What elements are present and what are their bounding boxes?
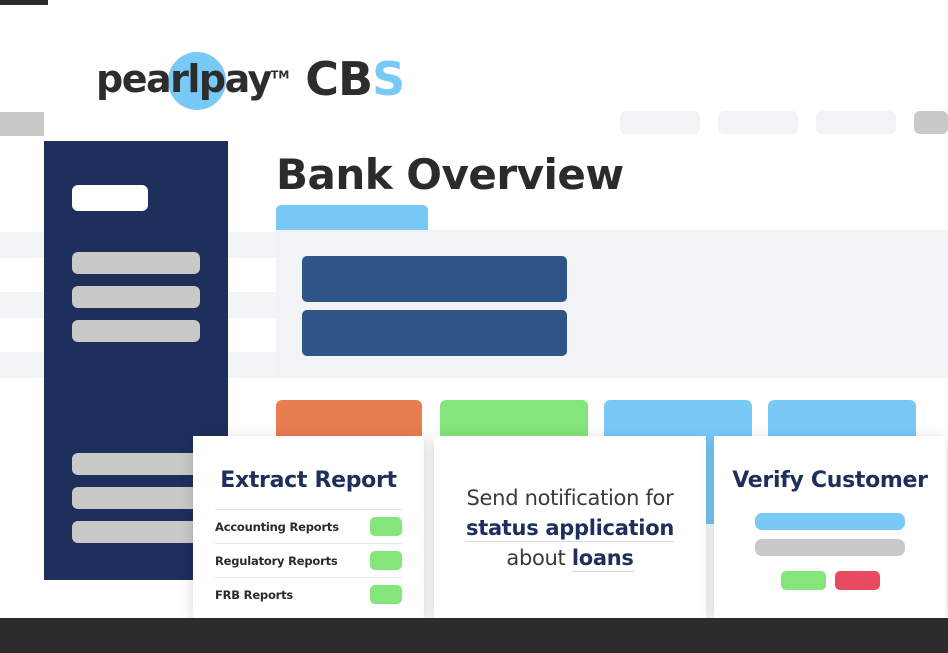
report-row: Accounting Reports bbox=[215, 509, 402, 543]
send-notification-card: Send notification for status application… bbox=[434, 436, 706, 618]
notification-highlight-loans[interactable]: loans bbox=[571, 545, 634, 572]
report-row-label: Regulatory Reports bbox=[215, 553, 338, 568]
nav-pill-4[interactable] bbox=[914, 111, 948, 134]
extract-report-title: Extract Report bbox=[220, 468, 397, 493]
top-left-accent-strip bbox=[0, 0, 48, 5]
tab-active[interactable] bbox=[276, 205, 428, 230]
verify-approve-button[interactable] bbox=[780, 571, 826, 590]
brand-logo[interactable]: pearlpayTM CBS bbox=[96, 48, 405, 110]
sidebar-item-4[interactable] bbox=[72, 453, 200, 475]
sidebar-item-6[interactable] bbox=[72, 521, 200, 543]
report-row: FRB Reports bbox=[215, 577, 402, 611]
sidebar-item-1[interactable] bbox=[72, 252, 200, 274]
verify-field-primary[interactable] bbox=[755, 513, 905, 530]
sidebar-item-5[interactable] bbox=[72, 487, 200, 509]
notification-line-2-prefix: about bbox=[506, 545, 572, 570]
report-row-label: Accounting Reports bbox=[215, 519, 339, 534]
sidebar-logo-placeholder[interactable] bbox=[72, 185, 148, 211]
verify-reject-button[interactable] bbox=[834, 571, 880, 590]
notification-message: Send notification for status application… bbox=[434, 484, 706, 573]
panel-row-2[interactable] bbox=[302, 310, 567, 356]
nav-pill-3[interactable] bbox=[816, 111, 896, 134]
nav-pill-2[interactable] bbox=[718, 111, 798, 134]
report-row-label: FRB Reports bbox=[215, 587, 294, 602]
notification-highlight-status[interactable]: status application bbox=[466, 515, 674, 542]
sidebar-item-2[interactable] bbox=[72, 286, 200, 308]
report-extract-button[interactable] bbox=[370, 585, 402, 604]
trademark-icon: TM bbox=[270, 68, 290, 82]
verify-field-secondary[interactable] bbox=[755, 539, 905, 556]
verify-customer-card: Verify Customer bbox=[714, 436, 946, 618]
extract-report-card: Extract Report Accounting Reports Regulat… bbox=[193, 436, 424, 618]
page-title: Bank Overview bbox=[276, 150, 624, 199]
panel-row-1[interactable] bbox=[302, 256, 567, 302]
verify-customer-title: Verify Customer bbox=[732, 468, 928, 493]
report-row: Regulatory Reports bbox=[215, 543, 402, 577]
report-extract-button[interactable] bbox=[370, 551, 402, 570]
left-edge-placeholder-block bbox=[0, 112, 44, 136]
nav-pill-1[interactable] bbox=[620, 111, 700, 134]
sidebar-item-3[interactable] bbox=[72, 320, 200, 342]
bottom-bar bbox=[0, 618, 948, 653]
brand-wordmark: pearlpayTM bbox=[96, 57, 290, 101]
app-screenshot: pearlpayTM CBS Bank Overview Extract Rep… bbox=[0, 0, 948, 653]
verify-action-row bbox=[714, 571, 946, 590]
notification-line-1: Send notification for bbox=[466, 486, 674, 510]
report-extract-button[interactable] bbox=[370, 517, 402, 536]
report-list: Accounting Reports Regulatory Reports FRB … bbox=[215, 509, 402, 611]
product-wordmark: CBS bbox=[305, 52, 405, 106]
